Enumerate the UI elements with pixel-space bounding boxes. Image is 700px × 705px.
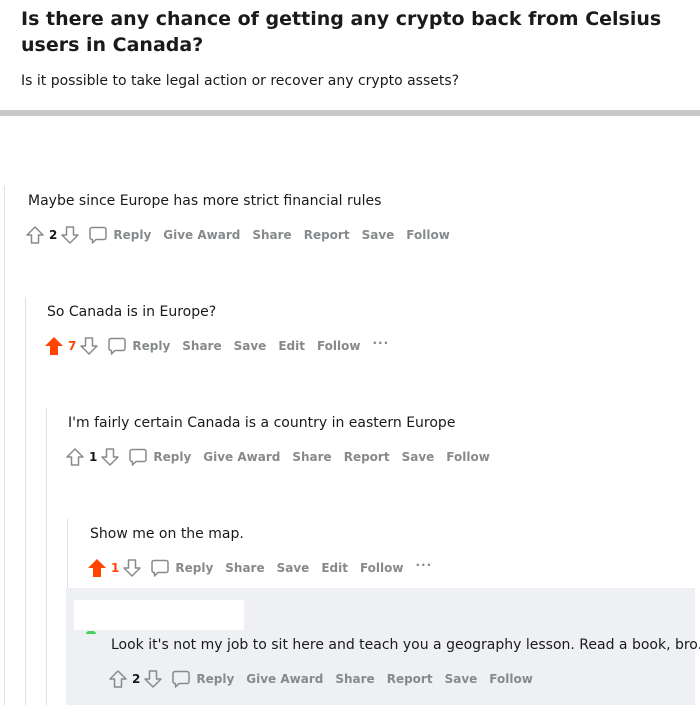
share-button[interactable]: Share <box>292 450 331 464</box>
online-status-icon <box>86 631 96 634</box>
follow-button[interactable]: Follow <box>406 228 450 242</box>
downvote-icon[interactable] <box>99 446 121 468</box>
more-options-icon[interactable]: ··· <box>415 558 432 572</box>
report-button[interactable]: Report <box>387 672 433 686</box>
post-title: Is there any chance of getting any crypt… <box>21 8 662 56</box>
reply-label: Reply <box>196 672 235 686</box>
upvote-icon[interactable] <box>43 335 65 357</box>
save-button[interactable]: Save <box>362 228 395 242</box>
reply-label: Reply <box>113 228 152 242</box>
thread-line[interactable] <box>25 297 26 705</box>
upvote-icon[interactable] <box>107 668 129 690</box>
follow-button[interactable]: Follow <box>489 672 533 686</box>
give-award-button[interactable]: Give Award <box>203 450 280 464</box>
upvote-icon[interactable] <box>24 224 46 246</box>
post-body: Is it possible to take legal action or r… <box>21 73 460 89</box>
downvote-icon[interactable] <box>142 668 164 690</box>
speech-bubble-icon <box>106 335 128 357</box>
post-divider <box>0 110 700 116</box>
speech-bubble-icon <box>87 224 109 246</box>
upvote-icon[interactable] <box>64 446 86 468</box>
vote-score: 2 <box>49 228 58 242</box>
give-award-button[interactable]: Give Award <box>163 228 240 242</box>
comment-text: I'm fairly certain Canada is a country i… <box>68 415 456 431</box>
edit-button[interactable]: Edit <box>278 339 305 353</box>
report-button[interactable]: Report <box>304 228 350 242</box>
give-award-button[interactable]: Give Award <box>246 672 323 686</box>
share-button[interactable]: Share <box>335 672 374 686</box>
edit-button[interactable]: Edit <box>321 561 348 575</box>
reply-label: Reply <box>132 339 171 353</box>
comment-action-row: 1 Reply Give Award Share Report Save Follow <box>64 445 502 469</box>
redacted-username <box>74 600 244 630</box>
report-button[interactable]: Report <box>344 450 390 464</box>
vote-score: 1 <box>111 561 120 575</box>
speech-bubble-icon <box>149 557 171 579</box>
comment-action-row: 7 Reply Share Save Edit Follow ··· <box>43 334 389 358</box>
comment-action-row: 2 Reply Give Award Share Report Save Follow <box>107 667 545 691</box>
reply-button[interactable]: Reply <box>127 446 203 468</box>
comment-action-row: 2 Reply Give Award Share Report Save Follow <box>24 223 462 247</box>
comment-text: So Canada is in Europe? <box>47 304 217 320</box>
reply-button[interactable]: Reply <box>106 335 182 357</box>
save-button[interactable]: Save <box>402 450 435 464</box>
more-options-icon[interactable]: ··· <box>372 336 389 350</box>
reply-label: Reply <box>175 561 214 575</box>
reply-button[interactable]: Reply <box>87 224 163 246</box>
share-button[interactable]: Share <box>225 561 264 575</box>
save-button[interactable]: Save <box>445 672 478 686</box>
vote-score: 2 <box>132 672 141 686</box>
vote-score: 7 <box>68 339 77 353</box>
comment-text: Show me on the map. <box>90 526 244 542</box>
downvote-icon[interactable] <box>78 335 100 357</box>
reply-label: Reply <box>153 450 192 464</box>
follow-button[interactable]: Follow <box>360 561 404 575</box>
thread-line[interactable] <box>4 186 5 705</box>
save-button[interactable]: Save <box>234 339 267 353</box>
speech-bubble-icon <box>127 446 149 468</box>
share-button[interactable]: Share <box>252 228 291 242</box>
downvote-icon[interactable] <box>121 557 143 579</box>
upvote-icon[interactable] <box>86 557 108 579</box>
follow-button[interactable]: Follow <box>446 450 490 464</box>
comment-text: Look it's not my job to sit here and tea… <box>111 637 700 653</box>
thread-line[interactable] <box>46 408 47 705</box>
share-button[interactable]: Share <box>182 339 221 353</box>
reply-button[interactable]: Reply <box>149 557 225 579</box>
speech-bubble-icon <box>170 668 192 690</box>
vote-score: 1 <box>89 450 98 464</box>
downvote-icon[interactable] <box>59 224 81 246</box>
follow-button[interactable]: Follow <box>317 339 361 353</box>
comment-text: Maybe since Europe has more strict finan… <box>28 193 382 209</box>
thread-line[interactable] <box>67 519 68 589</box>
comment-action-row: 1 Reply Share Save Edit Follow ··· <box>86 556 432 580</box>
reply-button[interactable]: Reply <box>170 668 246 690</box>
post-header: Is there any chance of getting any crypt… <box>0 0 700 112</box>
save-button[interactable]: Save <box>277 561 310 575</box>
